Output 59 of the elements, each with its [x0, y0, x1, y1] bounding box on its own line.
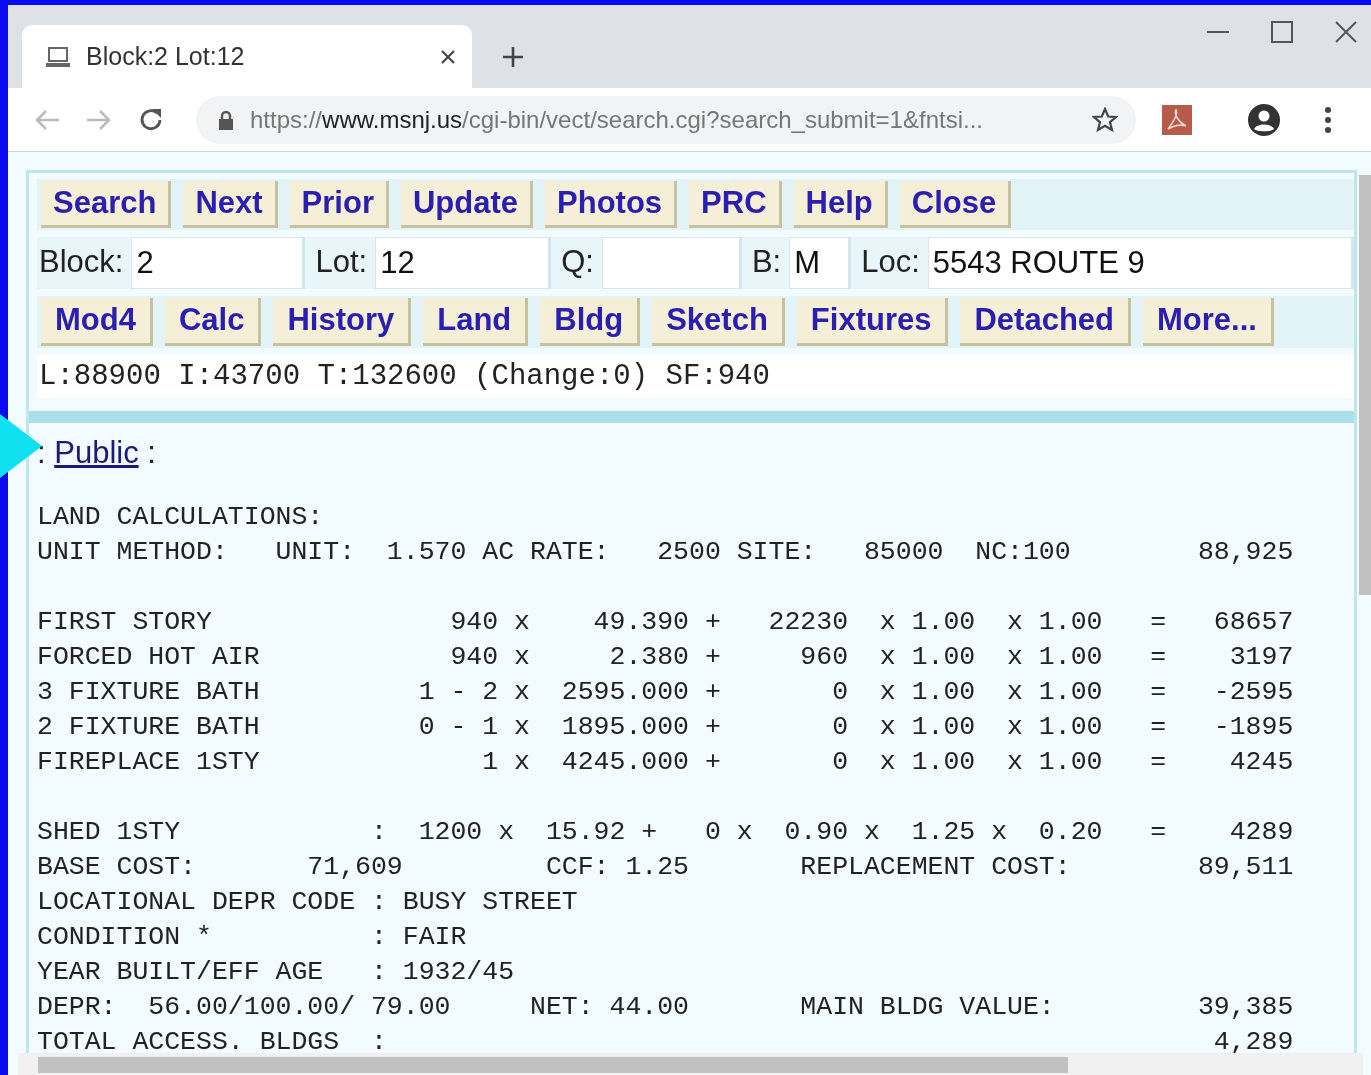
report-line: CONDITION * : FAIR: [37, 920, 468, 954]
report-line: FIRST STORY 940 x 49.390 + 22230 x 1.00 x 1.00 = 68657: [37, 605, 1295, 639]
pdf-extension-icon[interactable]: [1162, 104, 1192, 135]
field-label: Q:: [560, 243, 595, 282]
close-icon[interactable]: [440, 48, 456, 65]
lock-icon: [218, 109, 234, 130]
toolbar-button[interactable]: Photos: [545, 181, 678, 229]
star-icon[interactable]: [1092, 106, 1118, 133]
scrollbar[interactable]: [18, 1053, 1363, 1075]
url-text: https://www.msnj.us/cgi-bin/vect/search.cgi?search_submit=1&fntsi...: [250, 104, 984, 135]
toolbar-button[interactable]: Land: [423, 298, 529, 346]
report-line: SHED 1STY : 1200 x 15.92 + 0 x 0.90 x 1.25 x 0.20 = 4289: [37, 815, 1295, 849]
maximize-icon[interactable]: [1271, 21, 1293, 43]
input-field[interactable]: M: [789, 237, 850, 290]
pointer-arrow-icon: [0, 414, 42, 478]
page-icon: [46, 45, 70, 68]
field-label: Loc:: [860, 243, 921, 282]
toolbar-button[interactable]: More...: [1143, 298, 1274, 346]
field-label: Block:: [38, 243, 125, 282]
scrollbar[interactable]: [1359, 175, 1371, 595]
report-line: 2 FIXTURE BATH 0 - 1 x 1895.000 + 0 x 1.00 x 1.00 = -1895: [37, 710, 1295, 744]
toolbar-button[interactable]: Search: [41, 181, 172, 229]
menu-icon[interactable]: [1324, 105, 1332, 134]
field-label: B:: [750, 243, 783, 282]
toolbar-button[interactable]: Sketch: [652, 298, 785, 346]
input-field[interactable]: 2: [131, 237, 304, 290]
input-field[interactable]: 5543 ROUTE 9: [927, 237, 1352, 290]
toolbar-button[interactable]: Prior: [289, 181, 389, 229]
report-line: LOCATIONAL DEPR CODE : BUSY STREET: [37, 885, 579, 919]
toolbar-button[interactable]: Next: [183, 181, 278, 229]
report-line: YEAR BUILT/EFF AGE : 1932/45: [37, 955, 516, 989]
address-bar[interactable]: https://www.msnj.us/cgi-bin/vect/search.cgi?search_submit=1&fntsi...: [196, 95, 1136, 144]
input-field[interactable]: 12: [375, 237, 550, 290]
section-heading: : Public :: [37, 434, 157, 473]
toolbar-button[interactable]: Calc: [164, 298, 262, 346]
toolbar-button[interactable]: Detached: [960, 298, 1131, 346]
toolbar-button[interactable]: History: [273, 298, 412, 346]
account-icon[interactable]: [1248, 103, 1280, 136]
toolbar-button[interactable]: Bldg: [540, 298, 641, 346]
report-line: LAND CALCULATIONS:: [37, 500, 325, 534]
close-icon[interactable]: [1335, 21, 1357, 43]
report-line: BASE COST: 71,609 CCF: 1.25 REPLACEMENT COST: 89,511: [37, 850, 1295, 884]
report-line: FORCED HOT AIR 940 x 2.380 + 960 x 1.00 x 1.00 = 3197: [37, 640, 1295, 674]
field-label: Lot:: [314, 243, 369, 282]
toolbar-button[interactable]: Update: [400, 181, 534, 229]
toolbar-button[interactable]: PRC: [689, 181, 782, 229]
toolbar-button[interactable]: Help: [793, 181, 888, 229]
input-field[interactable]: [601, 237, 740, 290]
report-line: TOTAL ACCESS. BLDGS : 4,289: [37, 1025, 1295, 1059]
new-tab-icon[interactable]: [502, 46, 524, 68]
report-line: UNIT METHOD: UNIT: 1.570 AC RATE: 2500 SITE: 85000 NC:100 88,925: [37, 535, 1295, 569]
report-line: FIREPLACE 1STY 1 x 4245.000 + 0 x 1.00 x 1.00 = 4245: [37, 745, 1295, 779]
valuation-summary: L:88900 I:43700 T:132600 (Change:0) SF:940: [37, 354, 1354, 399]
report-line: DEPR: 56.00/100.00/ 79.00 NET: 44.00 MAIN BLDG VALUE: 39,385: [37, 990, 1295, 1024]
toolbar-button[interactable]: Fixtures: [796, 298, 949, 346]
toolbar-button[interactable]: Mod4: [41, 298, 153, 346]
toolbar-button[interactable]: Close: [899, 181, 1012, 229]
reload-icon[interactable]: [138, 106, 164, 133]
report-line: 3 FIXTURE BATH 1 - 2 x 2595.000 + 0 x 1.00 x 1.00 = -2595: [37, 675, 1295, 709]
